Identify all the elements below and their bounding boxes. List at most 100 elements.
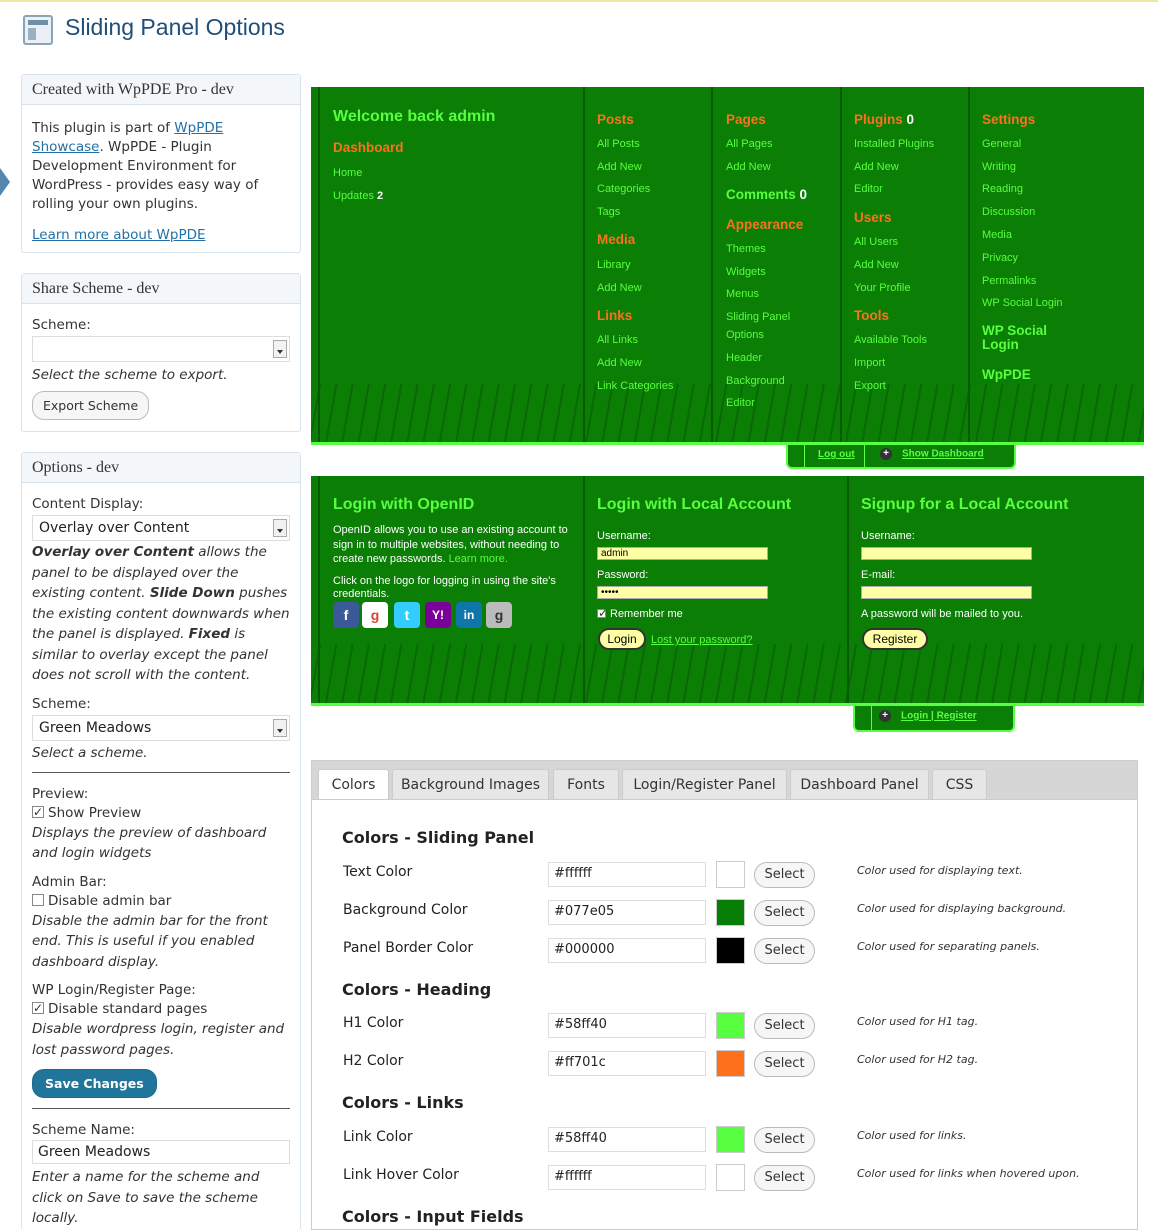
h1-color-select-button[interactable]: Select xyxy=(754,1013,815,1039)
twitter-icon[interactable]: t xyxy=(394,602,420,628)
pages-heading[interactable]: Pages xyxy=(726,112,766,127)
linkedin-icon[interactable]: in xyxy=(456,602,482,628)
password-input[interactable]: ••••• xyxy=(597,586,768,599)
h1-color-input[interactable]: #58ff40 xyxy=(548,1013,706,1038)
wppde-heading[interactable]: WpPDE xyxy=(982,367,1031,382)
content-display-select[interactable]: Overlay over Content xyxy=(32,515,290,541)
text-color-swatch[interactable] xyxy=(716,861,745,888)
appearance-item[interactable]: Options xyxy=(726,329,764,341)
scheme-name-input[interactable]: Green Meadows xyxy=(32,1140,290,1164)
plugins-item[interactable]: Editor xyxy=(854,183,883,195)
link-hover-color-input[interactable]: #ffffff xyxy=(548,1165,706,1190)
appearance-item[interactable]: Background xyxy=(726,375,785,387)
login-button[interactable]: Login xyxy=(598,628,646,650)
remember-me-checkbox[interactable] xyxy=(597,606,608,620)
username-input[interactable]: admin xyxy=(597,547,768,560)
updates-link[interactable]: Updates 2 xyxy=(333,190,383,202)
pages-item[interactable]: Add New xyxy=(726,161,771,173)
appearance-heading[interactable]: Appearance xyxy=(726,217,803,232)
h1-color-swatch[interactable] xyxy=(716,1012,745,1039)
show-dashboard-link[interactable]: + Show Dashboard xyxy=(880,448,984,460)
settings-item[interactable]: Reading xyxy=(982,183,1023,195)
h2-color-swatch[interactable] xyxy=(716,1050,745,1077)
media-item[interactable]: Add New xyxy=(597,282,642,294)
appearance-item[interactable]: Sliding Panel xyxy=(726,311,790,323)
background-color-input[interactable]: #077e05 xyxy=(548,900,706,925)
posts-item[interactable]: Add New xyxy=(597,161,642,173)
posts-heading[interactable]: Posts xyxy=(597,112,634,127)
home-link[interactable]: Home xyxy=(333,167,362,179)
h2-color-select-button[interactable]: Select xyxy=(754,1051,815,1077)
users-item[interactable]: All Users xyxy=(854,236,898,248)
wp-social-login-heading[interactable]: WP Social Login xyxy=(982,324,1072,352)
signup-email-input[interactable] xyxy=(861,586,1032,599)
link-color-swatch[interactable] xyxy=(716,1126,745,1153)
appearance-item[interactable]: Widgets xyxy=(726,266,766,278)
show-preview-checkbox[interactable] xyxy=(32,803,44,822)
link-color-input[interactable]: #58ff40 xyxy=(548,1127,706,1152)
disable-standard-pages-checkbox[interactable] xyxy=(32,999,44,1018)
lost-password-link[interactable]: Lost your password? xyxy=(651,634,753,646)
link-hover-color-swatch[interactable] xyxy=(716,1164,745,1191)
tab-fonts[interactable]: Fonts xyxy=(553,769,619,801)
tools-heading[interactable]: Tools xyxy=(854,308,889,323)
scheme-select[interactable]: Green Meadows xyxy=(32,714,290,741)
appearance-item[interactable]: Header xyxy=(726,352,762,364)
tab-css[interactable]: CSS xyxy=(932,769,987,801)
panel-border-color-input[interactable]: #000000 xyxy=(548,938,706,963)
tab-dashboard-panel[interactable]: Dashboard Panel xyxy=(790,769,929,801)
logout-link[interactable]: Log out xyxy=(818,449,855,460)
export-scheme-button[interactable]: Export Scheme xyxy=(32,391,150,420)
users-heading[interactable]: Users xyxy=(854,210,892,225)
panel-border-color-select-button[interactable]: Select xyxy=(754,938,815,964)
github-icon[interactable]: g xyxy=(486,602,512,628)
text-color-input[interactable]: #ffffff xyxy=(548,862,706,887)
panel-border-color-swatch[interactable] xyxy=(716,937,745,964)
settings-heading[interactable]: Settings xyxy=(982,112,1035,127)
save-changes-button[interactable]: Save Changes xyxy=(32,1069,157,1098)
posts-item[interactable]: Tags xyxy=(597,206,620,218)
h2-color-input[interactable]: #ff701c xyxy=(548,1051,706,1076)
link-hover-color-select-button[interactable]: Select xyxy=(754,1165,815,1191)
users-item[interactable]: Add New xyxy=(854,259,899,271)
appearance-item[interactable]: Editor xyxy=(726,397,755,409)
links-item[interactable]: All Links xyxy=(597,334,638,346)
tools-item[interactable]: Available Tools xyxy=(854,334,927,346)
facebook-icon[interactable]: f xyxy=(333,602,359,628)
appearance-item[interactable]: Themes xyxy=(726,243,766,255)
register-button[interactable]: Register xyxy=(862,628,928,650)
tab-colors[interactable]: Colors xyxy=(318,769,389,801)
settings-item[interactable]: Privacy xyxy=(982,252,1018,264)
signup-username-input[interactable] xyxy=(861,547,1032,560)
share-scheme-select[interactable] xyxy=(32,336,290,362)
links-heading[interactable]: Links xyxy=(597,308,632,323)
media-item[interactable]: Library xyxy=(597,259,631,271)
dashboard-heading[interactable]: Dashboard xyxy=(333,140,404,155)
openid-learn-more-link[interactable]: Learn more. xyxy=(449,553,508,565)
tools-item[interactable]: Export xyxy=(854,380,886,392)
plugins-item[interactable]: Add New xyxy=(854,161,899,173)
comments-heading[interactable]: Comments 0 xyxy=(726,187,807,202)
posts-item[interactable]: All Posts xyxy=(597,138,640,150)
users-item[interactable]: Your Profile xyxy=(854,282,910,294)
tab-login-register-panel[interactable]: Login/Register Panel xyxy=(622,769,787,801)
tools-item[interactable]: Import xyxy=(854,357,885,369)
background-color-select-button[interactable]: Select xyxy=(754,900,815,926)
yahoo-icon[interactable]: Y! xyxy=(425,602,451,628)
settings-item[interactable]: Media xyxy=(982,229,1012,241)
links-item[interactable]: Link Categories xyxy=(597,380,673,392)
settings-item[interactable]: Discussion xyxy=(982,206,1035,218)
link-color-select-button[interactable]: Select xyxy=(754,1127,815,1153)
pages-item[interactable]: All Pages xyxy=(726,138,772,150)
posts-item[interactable]: Categories xyxy=(597,183,650,195)
learn-more-wppde-link[interactable]: Learn more about WpPDE xyxy=(32,227,206,243)
settings-item[interactable]: Permalinks xyxy=(982,275,1036,287)
links-item[interactable]: Add New xyxy=(597,357,642,369)
background-color-swatch[interactable] xyxy=(716,899,745,926)
settings-item[interactable]: Writing xyxy=(982,161,1016,173)
settings-item[interactable]: WP Social Login xyxy=(982,297,1063,309)
text-color-select-button[interactable]: Select xyxy=(754,862,815,888)
disable-adminbar-checkbox[interactable] xyxy=(32,893,44,906)
tab-background-images[interactable]: Background Images xyxy=(392,769,549,801)
media-heading[interactable]: Media xyxy=(597,232,635,247)
